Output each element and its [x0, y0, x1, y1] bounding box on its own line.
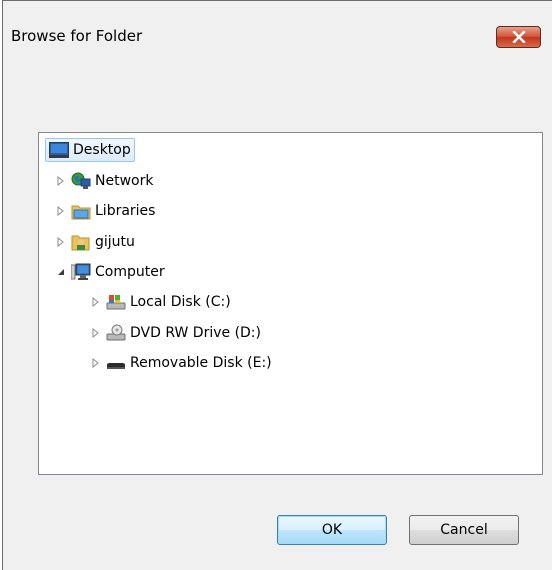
tree-item-network[interactable]: Network: [55, 169, 153, 193]
tree-item-label: Computer: [95, 264, 165, 280]
expand-arrow-icon[interactable]: [55, 175, 67, 187]
expand-arrow-icon[interactable]: [90, 296, 102, 308]
network-icon: [71, 171, 91, 191]
tree-item-label: Libraries: [95, 203, 156, 219]
desktop-icon: [49, 140, 69, 160]
tree-item-dvd-rw-drive-d[interactable]: DVD RW Drive (D:): [90, 321, 261, 345]
tree-item-desktop[interactable]: Desktop: [45, 138, 135, 162]
tree-item-label: Local Disk (C:): [130, 294, 231, 310]
ok-button[interactable]: OK: [277, 515, 387, 545]
close-button[interactable]: [496, 26, 541, 48]
cancel-button[interactable]: Cancel: [409, 515, 519, 545]
expand-arrow-icon[interactable]: [90, 357, 102, 369]
libraries-icon: [71, 201, 91, 221]
tree-item-local-disk-c[interactable]: Local Disk (C:): [90, 290, 231, 314]
tree-item-label: Network: [95, 173, 154, 189]
tree-item-label: Removable Disk (E:): [130, 355, 272, 371]
local-disk-icon: [106, 292, 126, 312]
tree-item-computer[interactable]: Computer: [55, 260, 165, 284]
dvd-drive-icon: [106, 323, 126, 343]
expand-arrow-icon[interactable]: [90, 327, 102, 339]
removable-disk-icon: [106, 353, 126, 373]
close-icon: [512, 31, 526, 43]
tree-item-label: gijutu: [95, 234, 135, 250]
expand-arrow-icon[interactable]: [55, 236, 67, 248]
collapse-arrow-icon[interactable]: [55, 266, 67, 278]
tree-item-label: DVD RW Drive (D:): [130, 325, 261, 341]
window-title: Browse for Folder: [11, 27, 143, 45]
browse-for-folder-dialog: Browse for Folder Desktop Network Librar…: [2, 0, 552, 570]
computer-icon: [71, 262, 91, 282]
folder-tree[interactable]: Desktop Network Libraries gijutu Compute…: [38, 132, 543, 475]
tree-item-gijutu[interactable]: gijutu: [55, 230, 135, 254]
tree-item-label: Desktop: [73, 142, 131, 158]
tree-item-libraries[interactable]: Libraries: [55, 199, 155, 223]
user-folder-icon: [71, 232, 91, 252]
title-bar[interactable]: Browse for Folder: [3, 1, 552, 73]
expand-arrow-icon[interactable]: [55, 205, 67, 217]
tree-item-removable-disk-e[interactable]: Removable Disk (E:): [90, 351, 272, 375]
